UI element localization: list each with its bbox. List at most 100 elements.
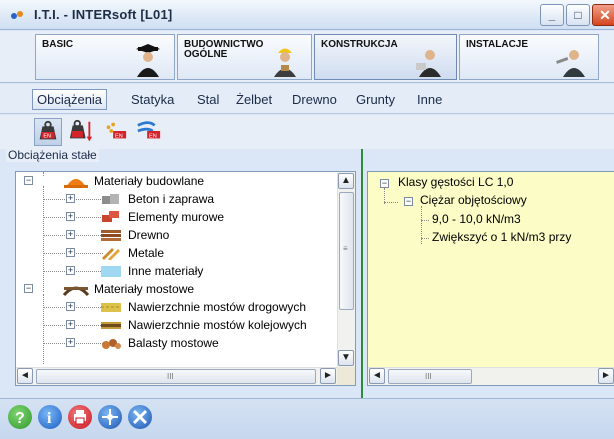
tree-node-label: Materiały budowlane (94, 174, 205, 188)
app-logo-icon (11, 11, 23, 19)
grip-icon: ≡ (343, 244, 348, 253)
bricks-icon (102, 211, 119, 222)
arrow-right-icon: ► (601, 370, 611, 381)
detail-node-label[interactable]: Zwiększyć o 1 kN/m3 przy (432, 230, 571, 244)
metal-bars-icon (102, 248, 120, 260)
scroll-left-button[interactable]: ◄ (369, 368, 385, 384)
tree-connector (43, 172, 44, 176)
scroll-left-button[interactable]: ◄ (17, 368, 33, 384)
detail-node-label[interactable]: 9,0 - 10,0 kN/m3 (432, 212, 521, 226)
minimize-icon: _ (548, 8, 556, 22)
expand-icon[interactable]: + (66, 194, 75, 203)
close-icon: ✕ (599, 7, 611, 23)
collapse-icon[interactable]: − (24, 284, 33, 293)
expand-icon[interactable]: + (66, 248, 75, 257)
tree-node-label: Drewno (128, 228, 170, 242)
en-weight-button[interactable]: EN (34, 118, 62, 146)
en-weight-arrow-button[interactable] (68, 118, 96, 146)
help-button[interactable]: ? (8, 405, 32, 429)
hardhat-icon (64, 179, 88, 188)
en-snow-button[interactable]: EN (102, 118, 130, 146)
tab-inne[interactable]: Inne (417, 92, 442, 107)
arrow-down-icon: ▼ (341, 352, 351, 363)
title-bar[interactable]: I.T.I. - INTERsoft [L01] _ □ ✕ (0, 0, 614, 30)
scroll-right-button[interactable]: ► (320, 368, 336, 384)
tab-grunty[interactable]: Grunty (356, 92, 395, 107)
load-toolbar: EN EN EN (0, 115, 614, 149)
tools-button[interactable] (128, 405, 152, 429)
expand-icon[interactable]: + (66, 338, 75, 347)
scroll-corner (337, 367, 355, 385)
module-instalacje[interactable]: INSTALACJE (459, 34, 599, 80)
help-icon: ? (15, 410, 25, 427)
maximize-icon: □ (574, 8, 582, 22)
scroll-thumb[interactable]: III (36, 369, 316, 384)
ballast-icon (102, 339, 121, 349)
tree-node-label: Elementy murowe (128, 210, 225, 224)
horizontal-scrollbar[interactable]: ◄ III ► (16, 367, 337, 385)
pane-splitter[interactable] (361, 149, 363, 399)
material-tree[interactable]: − Materiały budowlane + Beton i zaprawa … (16, 172, 337, 367)
expand-icon[interactable]: + (66, 320, 75, 329)
en-wind-button[interactable]: EN (136, 118, 164, 146)
expand-icon[interactable]: + (66, 266, 75, 275)
network-button[interactable] (98, 405, 122, 429)
vertical-scrollbar[interactable]: ▲ ≡ ▼ (337, 172, 355, 367)
tree-node-label: Nawierzchnie mostów kolejowych (128, 318, 307, 332)
svg-text:EN: EN (115, 134, 123, 140)
scroll-up-button[interactable]: ▲ (338, 173, 354, 189)
info-button[interactable]: i (38, 405, 62, 429)
module-budownictwo[interactable]: BUDOWNICTWO OGÓLNE (177, 34, 312, 80)
engineer-figure-icon (416, 50, 441, 77)
arrow-up-icon: ▲ (341, 175, 351, 186)
tab-obciazenia[interactable]: Obciążenia (32, 89, 108, 110)
info-icon: i (47, 410, 52, 427)
collapse-icon[interactable]: − (380, 179, 389, 188)
tab-zelbet[interactable]: Żelbet (236, 92, 272, 107)
tree-connector (384, 202, 398, 203)
module-label: BASIC (42, 39, 74, 50)
module-label: INSTALACJE (466, 39, 529, 50)
tab-bar: Obciążenia Statyka Stal Żelbet Drewno Gr… (0, 84, 614, 114)
expand-icon[interactable]: + (66, 212, 75, 221)
tab-drewno[interactable]: Drewno (292, 92, 337, 107)
road-surface-icon (101, 303, 121, 312)
expand-icon[interactable]: + (66, 230, 75, 239)
module-basic[interactable]: BASIC (35, 34, 175, 80)
module-bar: BASIC BUDOWNICTWO OGÓLNE KONSTRUKCJA INS… (0, 31, 614, 83)
scroll-down-button[interactable]: ▼ (338, 350, 354, 366)
scroll-thumb[interactable]: ≡ (339, 192, 354, 310)
scroll-thumb[interactable]: III (388, 369, 472, 384)
collapse-icon[interactable]: − (24, 176, 33, 185)
detail-node-label[interactable]: Klasy gęstości LC 1,0 (398, 175, 513, 189)
tab-statyka[interactable]: Statyka (131, 92, 174, 107)
print-icon (74, 410, 86, 425)
tab-stal[interactable]: Stal (197, 92, 219, 107)
module-label: KONSTRUKCJA (321, 39, 398, 50)
module-konstrukcja[interactable]: KONSTRUKCJA (314, 34, 457, 80)
arrow-right-icon: ► (323, 370, 333, 381)
status-bar: ? i (0, 398, 614, 439)
arrow-left-icon: ◄ (20, 370, 30, 381)
detail-tree-pane[interactable]: − Klasy gęstości LC 1,0 − Ciężar objętoś… (367, 171, 614, 386)
tree-connector (421, 220, 429, 221)
en-weight-arrow-icon (69, 119, 93, 142)
network-icon (102, 409, 118, 425)
tree-node-label: Inne materiały (128, 264, 204, 278)
en-wind-icon: EN (137, 121, 161, 140)
print-button[interactable] (68, 405, 92, 429)
minimize-button[interactable]: _ (540, 4, 564, 26)
expand-icon[interactable]: + (66, 302, 75, 311)
wood-planks-icon (101, 230, 121, 241)
scroll-right-button[interactable]: ► (598, 368, 614, 384)
detail-node-label[interactable]: Ciężar objętościowy (420, 193, 527, 207)
maximize-button[interactable]: □ (566, 4, 590, 26)
svg-text:EN: EN (149, 134, 157, 140)
tree-node-label: Metale (128, 246, 165, 260)
en-snow-icon: EN (106, 122, 127, 140)
material-tree-pane[interactable]: − Materiały budowlane + Beton i zaprawa … (15, 171, 356, 386)
rail-track-icon (101, 322, 121, 329)
collapse-icon[interactable]: − (404, 197, 413, 206)
horizontal-scrollbar[interactable]: ◄ III ► (368, 367, 614, 385)
close-button[interactable]: ✕ (592, 4, 614, 26)
